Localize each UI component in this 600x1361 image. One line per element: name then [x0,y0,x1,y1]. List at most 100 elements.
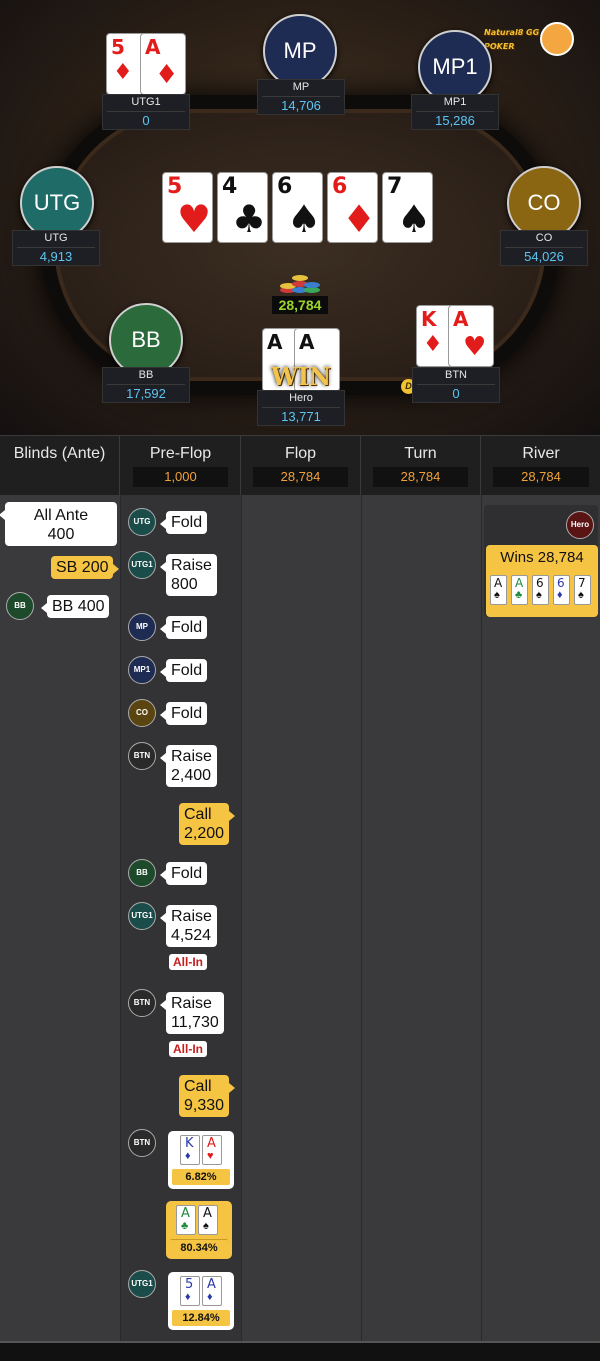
col-flop: Flop 28,784 [241,436,361,496]
diamond-icon: ♦ [155,60,179,90]
board-card-4: 6 ♦ [327,172,378,243]
card-rank: A [203,1206,212,1221]
seat-mp-avatar[interactable]: MP [263,14,337,88]
spade-icon: ♠ [494,589,500,601]
col-pot: 28,784 [373,467,468,487]
seat-mp[interactable]: MP 14,706 [257,79,345,115]
action-amount: 4,524 [171,927,212,944]
board-card-5: 7 ♠ [382,172,433,243]
bb-avatar: BB [128,859,156,887]
action-type: Raise [171,908,212,925]
card-rank: A [494,576,503,590]
seat-mp1-avatar[interactable]: MP1 [418,30,492,104]
equity-percent: 12.84% [172,1310,230,1326]
col-pot: 28,784 [253,467,348,487]
seat-name: BTN [445,369,467,381]
seat-hero[interactable]: Hero 13,771 [257,390,345,426]
seat-bb-avatar[interactable]: BB [109,303,183,377]
site-logo: Natural8 GG POKER [484,20,576,60]
seat-stack: 4,913 [39,249,73,264]
seat-label: UTG [33,190,81,215]
btn-card-2: A ♥ [448,305,494,367]
heart-icon: ♥ [207,1150,214,1162]
bottom-bar [0,1341,600,1361]
club-icon: ♣ [232,197,267,241]
btn-avatar: BTN [128,742,156,770]
action-type: Raise [171,995,212,1012]
sb-action: SB 200 [51,556,121,579]
spade-icon: ♠ [578,589,584,601]
seat-mp1[interactable]: MP1 15,286 [411,94,499,130]
utg1-avatar: UTG1 [128,551,156,579]
card-rank: K [185,1136,194,1151]
action-type: Call [184,806,212,823]
col-title: Turn [404,445,437,462]
action-fold: Fold [159,511,208,534]
poker-table: Natural8 GG POKER 5 ♦ A ♦ UTG1 0 MP MP 1… [0,0,600,435]
card-rank: 6 [557,576,565,590]
seat-stack: 13,771 [281,409,321,424]
hero-action-call: Call 9,330 [179,1075,236,1117]
hand-history[interactable]: All Ante 400 SB 200 BB BB 400 UTG Fold U… [0,495,600,1341]
card-rank: 7 [387,174,403,199]
seat-label: MP1 [432,54,478,79]
pot-chips-icon [278,266,322,296]
action-raise: Raise 2,400 [160,745,217,787]
bb-action: BB 400 [40,595,110,618]
spade-icon: ♠ [287,197,322,241]
utg-avatar: UTG [128,508,156,536]
card-rank: A [207,1277,216,1292]
seat-name: MP1 [443,96,467,108]
seat-label: BB [131,327,161,352]
board-card-3: 6 ♠ [272,172,323,243]
card-rank: 4 [222,174,238,199]
action-type: Call [184,1078,212,1095]
action-amount: 11,730 [171,1014,219,1031]
seat-stack: 0 [142,113,150,128]
seat-name: Hero [289,392,313,404]
diamond-icon: ♦ [185,1150,191,1162]
hero-avatar: Hero [566,511,594,539]
bb-avatar: BB [6,592,34,620]
action-raise: Raise 4,524 [160,905,217,947]
diamond-icon: ♦ [185,1291,191,1303]
action-raise: Raise 11,730 [160,992,224,1034]
seat-stack: 17,592 [126,386,166,401]
heart-icon: ♥ [177,197,212,241]
seat-stack: 0 [452,386,460,401]
col-title: Blinds (Ante) [13,445,106,462]
seat-co[interactable]: CO 54,026 [500,230,588,266]
seat-bb[interactable]: BB 17,592 [102,367,190,403]
board-card-1: 5 ♥ [162,172,213,243]
card-rank: A [267,330,283,354]
action-amount: 2,200 [184,825,225,842]
card-rank: 6 [277,174,293,199]
seat-name: CO [535,232,553,244]
pot-amount: 28,784 [272,296,328,314]
club-icon: ♣ [181,1220,189,1232]
spade-icon: ♠ [536,589,542,601]
utg1-card-2: A ♦ [140,33,186,95]
action-fold: Fold [159,616,208,639]
col-title: Flop [284,445,317,462]
action-fold: Fold [159,659,208,682]
ante-amount: 400 [47,526,75,543]
seat-co-avatar[interactable]: CO [507,166,581,240]
hero-action-call: Call 2,200 [179,803,236,845]
card-rank: A [145,35,161,59]
card-rank: 5 [167,174,183,199]
seat-utg1[interactable]: UTG1 0 [102,94,190,130]
col-pot: 28,784 [493,467,589,487]
col-title: River [522,445,560,462]
seat-name: MP [292,81,310,93]
mp1-avatar: MP1 [128,656,156,684]
col-blinds: Blinds (Ante) [0,436,120,496]
action-amount: 2,400 [171,767,212,784]
btn-avatar: BTN [128,1129,156,1157]
seat-btn[interactable]: BTN 0 [412,367,500,403]
seat-stack: 15,286 [435,113,475,128]
card-rank: 7 [578,576,586,590]
seat-utg-avatar[interactable]: UTG [20,166,94,240]
board-card-2: 4 ♣ [217,172,268,243]
seat-utg[interactable]: UTG 4,913 [12,230,100,266]
